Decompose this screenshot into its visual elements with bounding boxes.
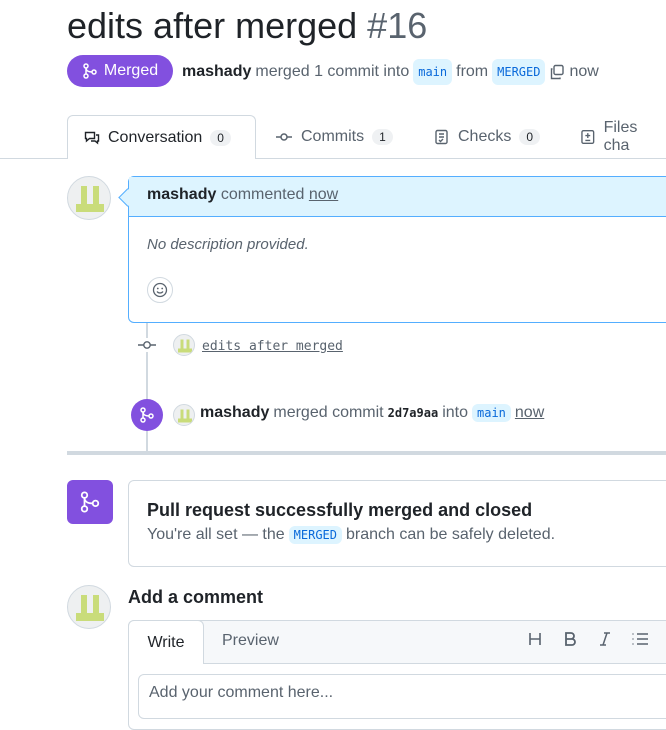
tab-label: Commits — [301, 128, 365, 145]
merge-action: merged commit — [273, 404, 384, 421]
add-comment-heading: Add a comment — [128, 587, 264, 607]
list-icon — [632, 633, 648, 645]
timeline-separator — [67, 451, 666, 455]
merge-into: into — [442, 404, 468, 421]
meta-from: from — [456, 63, 489, 80]
identicon — [178, 409, 192, 423]
commit-message-link[interactable]: edits after merged — [202, 339, 343, 354]
editor-toolbar — [129, 621, 666, 664]
italic-button[interactable] — [597, 631, 613, 652]
commit-icon — [276, 133, 292, 141]
file-diff-icon — [581, 129, 595, 145]
merge-icon — [140, 407, 154, 423]
bold-icon — [565, 632, 576, 646]
merge-icon — [80, 491, 100, 513]
head-branch[interactable]: MERGED — [288, 526, 343, 544]
identicon — [178, 339, 192, 353]
comment-textarea[interactable]: Add your comment here... — [138, 674, 666, 719]
avatar[interactable] — [173, 404, 195, 426]
merged-status-badge: Merged — [67, 55, 173, 87]
meta-time: now — [569, 63, 599, 80]
merge-event-badge — [131, 399, 163, 431]
commit-icon — [137, 338, 157, 352]
merge-status-box — [128, 480, 666, 567]
write-tab[interactable]: Write — [128, 620, 204, 664]
meta-action: merged 1 commit into — [255, 63, 410, 80]
head-branch[interactable]: MERGED — [492, 59, 546, 85]
status-label: Merged — [103, 62, 159, 79]
page-title: edits after merged #16 — [67, 4, 427, 48]
merge-status-message: You're all set — the MERGED branch can b… — [147, 526, 555, 544]
heading-button[interactable] — [527, 631, 543, 652]
comment-meta: mashady commented now — [147, 186, 338, 204]
tab-conversation[interactable]: Conversation 0 — [67, 115, 256, 159]
pr-number: #16 — [367, 5, 428, 46]
smiley-icon — [152, 282, 168, 298]
italic-icon — [600, 632, 610, 646]
tab-count: 1 — [372, 129, 393, 145]
merged-status-icon — [67, 480, 113, 524]
merge-status-prefix: You're all set — the — [147, 526, 285, 543]
avatar[interactable] — [67, 176, 111, 220]
add-reaction-button[interactable] — [147, 277, 173, 303]
pr-title-text: edits after merged — [67, 5, 358, 46]
heading-icon — [529, 633, 541, 645]
comment-icon — [84, 131, 100, 144]
comment-action: commented — [220, 186, 305, 203]
merge-event: mashady merged commit 2d7a9aa into main … — [200, 404, 544, 422]
tab-checks[interactable]: Checks 0 — [434, 115, 541, 159]
tab-commits[interactable]: Commits 1 — [275, 115, 393, 159]
preview-tab[interactable]: Preview — [222, 632, 279, 650]
pr-meta: mashady merged 1 commit into main from M… — [182, 59, 599, 85]
list-button[interactable] — [631, 631, 649, 652]
merge-status-title: Pull request successfully merged and clo… — [147, 500, 533, 520]
tab-count: 0 — [519, 129, 541, 145]
checklist-icon — [435, 129, 448, 145]
copy-icon[interactable] — [549, 64, 565, 80]
comment-body: No description provided. — [147, 236, 309, 253]
identicon — [76, 595, 104, 621]
author-link[interactable]: mashady — [182, 61, 251, 83]
avatar[interactable] — [173, 334, 195, 356]
tab-count: 0 — [210, 129, 231, 146]
merge-icon — [83, 63, 97, 79]
comment-author[interactable]: mashady — [147, 186, 216, 203]
bold-button[interactable] — [562, 631, 578, 652]
tab-label: Checks — [458, 128, 512, 145]
merge-time[interactable]: now — [515, 404, 544, 422]
base-branch[interactable]: main — [413, 59, 453, 85]
identicon — [76, 186, 104, 212]
comment-time[interactable]: now — [309, 186, 338, 203]
commit-sha-link[interactable]: 2d7a9aa — [388, 406, 439, 420]
merge-author[interactable]: mashady — [200, 404, 269, 422]
current-user-avatar[interactable] — [67, 585, 111, 629]
tab-label: Conversation — [108, 128, 203, 146]
merge-branch[interactable]: main — [472, 404, 511, 422]
tab-label: Files cha — [603, 119, 638, 154]
tab-files-changed[interactable]: Files cha — [580, 115, 666, 159]
merge-status-suffix: branch can be safely deleted. — [346, 526, 556, 543]
